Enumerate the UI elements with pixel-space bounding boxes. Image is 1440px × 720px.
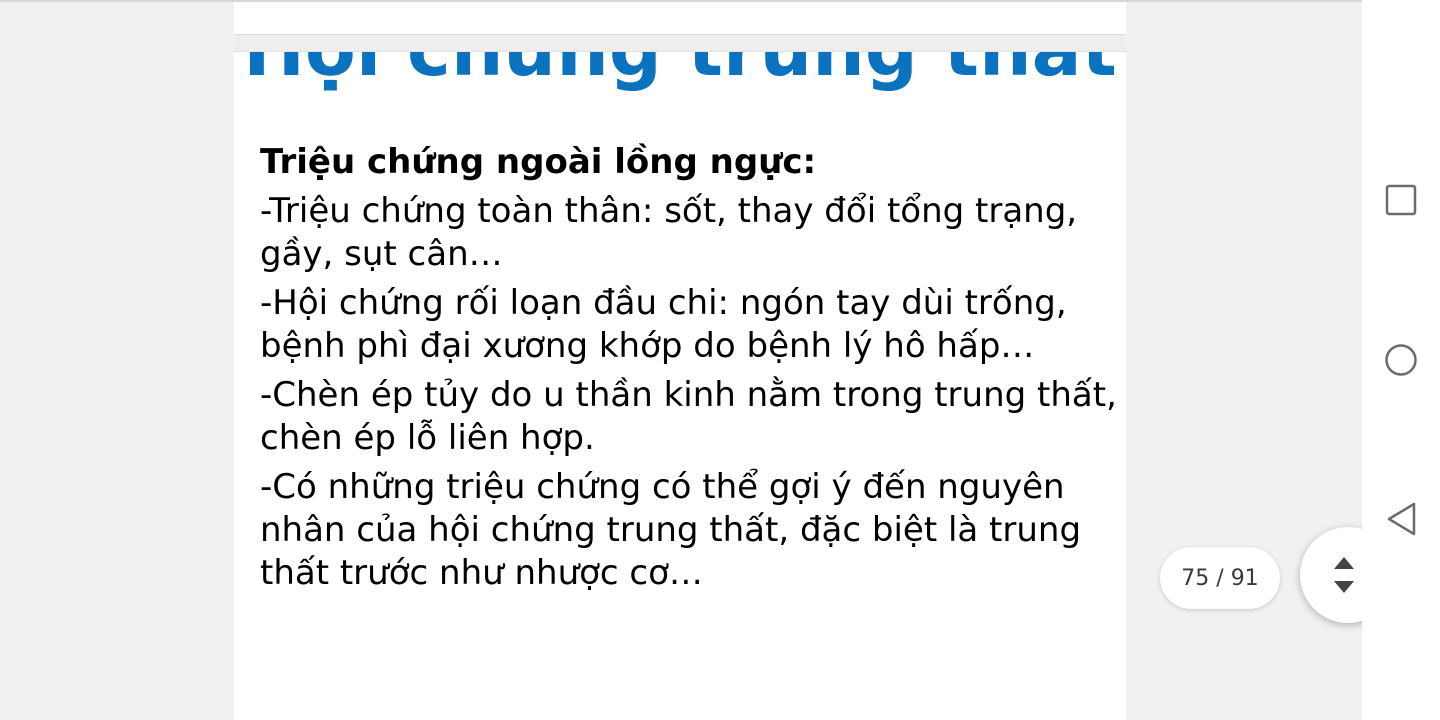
slide-title: Hội chứng trung thất [234, 52, 1126, 88]
back-button[interactable] [1381, 499, 1421, 539]
system-navigation-bar [1362, 0, 1440, 720]
page-indicator: 75 / 91 [1160, 547, 1280, 609]
previous-page[interactable] [234, 2, 1126, 34]
scroll-down-icon [1334, 581, 1354, 593]
square-icon [1385, 184, 1417, 216]
current-page[interactable]: Hội chứng trung thất Triệu chứng ngoài l… [234, 52, 1126, 720]
page-separator [234, 34, 1126, 52]
triangle-back-icon [1387, 502, 1416, 536]
slide-paragraph: -Chèn ép tủy do u thần kinh nằm trong tr… [260, 375, 1117, 458]
slide-paragraph: -Có những triệu chứng có thể gợi ý đến n… [260, 467, 1082, 593]
slide-heading: Triệu chứng ngoài lồng ngực: [260, 142, 817, 182]
home-button[interactable] [1381, 340, 1421, 380]
scroll-fab-button[interactable] [1300, 527, 1362, 623]
slide-paragraph: -Hội chứng rối loạn đầu chi: ngón tay dù… [260, 283, 1067, 366]
slide-paragraph: -Triệu chứng toàn thân: sốt, thay đổi tổ… [260, 191, 1078, 274]
slide-body: Triệu chứng ngoài lồng ngực: -Triệu chứn… [260, 140, 1120, 601]
circle-icon [1385, 344, 1417, 376]
recents-button[interactable] [1381, 180, 1421, 220]
scroll-up-icon [1334, 557, 1354, 569]
document-viewer[interactable]: Hội chứng trung thất Triệu chứng ngoài l… [0, 0, 1362, 720]
